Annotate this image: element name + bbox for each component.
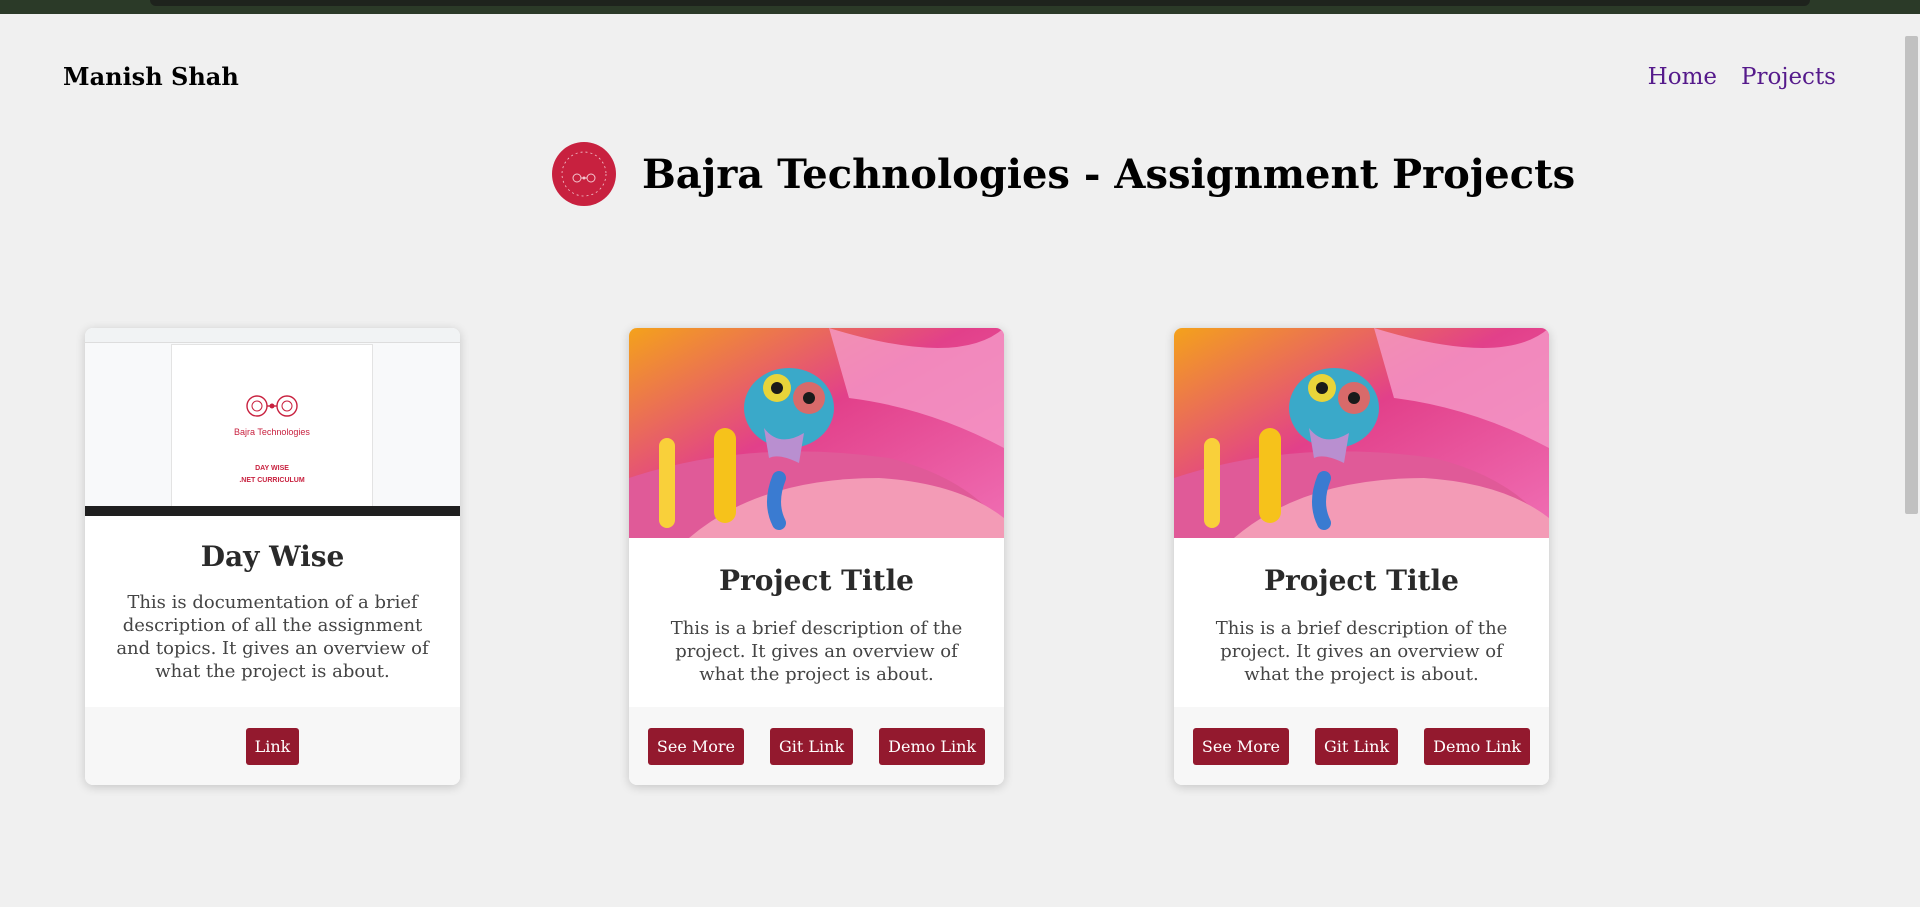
git-link-button[interactable]: Git Link	[770, 727, 854, 765]
page-scrollbar[interactable]	[1902, 14, 1920, 907]
card-description: This is a brief description of the proje…	[670, 618, 963, 685]
card-title: Project Title	[718, 564, 914, 597]
card-footer: See More Git Link Demo Link	[1174, 707, 1549, 785]
nav-projects-link[interactable]: Projects	[1741, 64, 1836, 90]
thumbnail-brand: Bajra Technologies	[234, 427, 310, 437]
card-footer: See More Git Link Demo Link	[629, 707, 1004, 785]
company-logo	[552, 142, 616, 206]
page-header: Bajra Technologies - Assignment Projects	[552, 142, 1575, 206]
vajra-logo-icon	[561, 151, 607, 197]
chameleon-image	[629, 328, 1004, 538]
thumbnail-line-1: DAY WISE	[255, 465, 289, 472]
link-button[interactable]: Link	[245, 727, 300, 765]
git-link-button[interactable]: Git Link	[1315, 727, 1399, 765]
chameleon-illustration	[1174, 328, 1549, 538]
chameleon-image	[1174, 328, 1549, 538]
vajra-logo-icon	[246, 395, 298, 417]
project-card: Project Title This is a brief descriptio…	[629, 328, 1004, 785]
chameleon-illustration	[629, 328, 1004, 538]
scrollbar-thumb[interactable]	[1905, 36, 1918, 514]
nav-home-link[interactable]: Home	[1648, 64, 1717, 90]
site-brand[interactable]: Manish Shah	[63, 62, 239, 91]
main-nav: Home Projects	[1648, 64, 1836, 90]
page-title: Bajra Technologies - Assignment Projects	[642, 150, 1576, 198]
demo-link-button[interactable]: Demo Link	[1424, 727, 1531, 765]
thumbnail-line-2: .NET CURRICULUM	[239, 477, 305, 484]
card-footer: Link	[85, 707, 460, 785]
demo-link-button[interactable]: Demo Link	[879, 727, 986, 765]
card-description: This is a brief description of the proje…	[1215, 618, 1508, 685]
browser-top-strip	[0, 0, 1920, 14]
card-title: Project Title	[1263, 564, 1459, 597]
see-more-button[interactable]: See More	[1192, 727, 1290, 765]
thumbnail-subtitle: DAY WISE .NET CURRICULUM	[172, 463, 372, 487]
project-card: Project Title This is a brief descriptio…	[1174, 328, 1549, 785]
card-title: Day Wise	[200, 540, 345, 573]
card-description: This is documentation of a brief descrip…	[116, 592, 429, 682]
card-thumbnail: Bajra Technologies DAY WISE .NET CURRICU…	[85, 328, 460, 516]
project-card: Bajra Technologies DAY WISE .NET CURRICU…	[85, 328, 460, 785]
see-more-button[interactable]: See More	[647, 727, 745, 765]
